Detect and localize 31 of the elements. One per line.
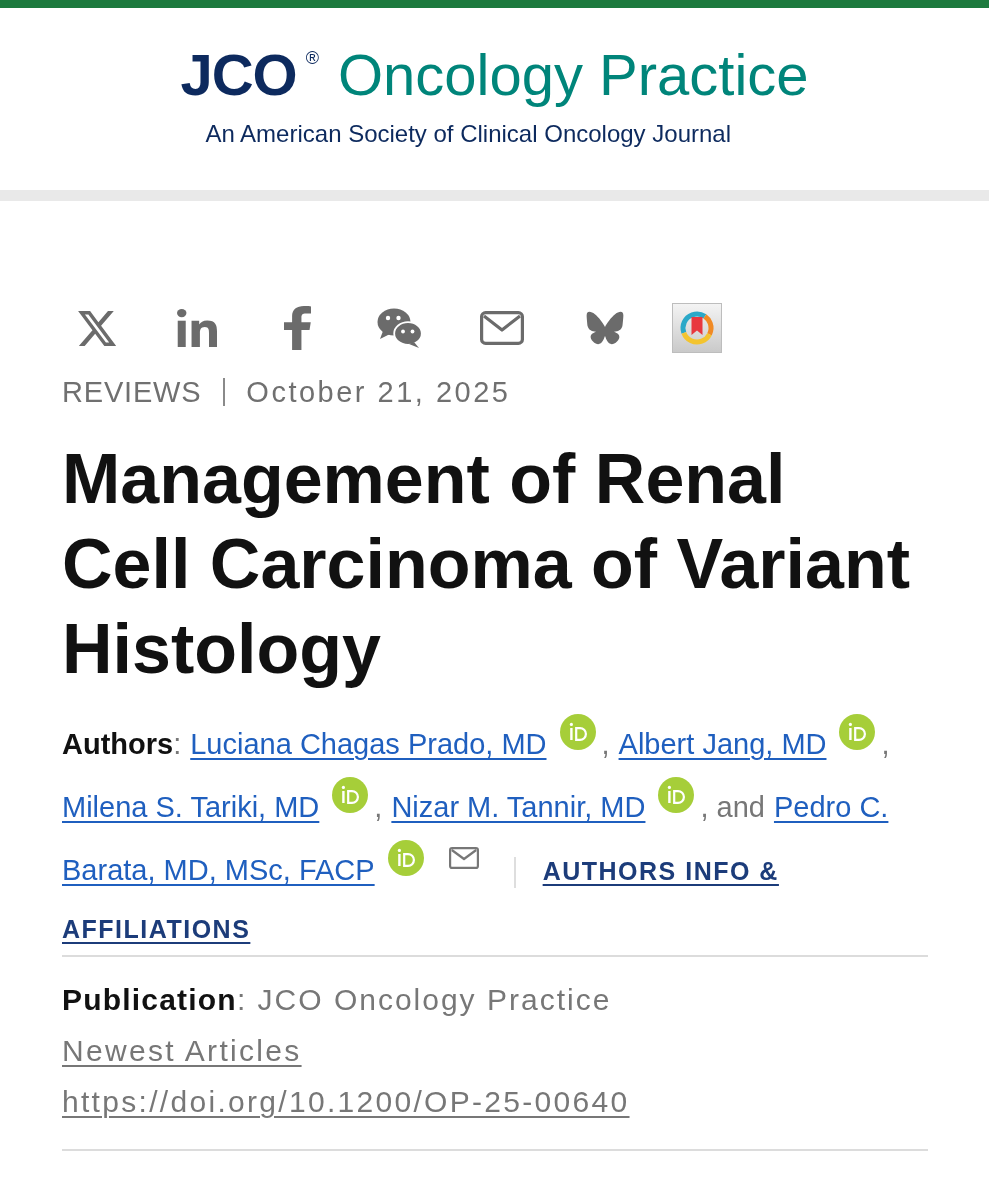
author-link[interactable]: Pedro C. (773, 791, 889, 823)
section-link[interactable]: Newest Articles (62, 1034, 302, 1067)
author-link[interactable]: Albert Jang, MD (618, 728, 827, 760)
mail-icon[interactable] (448, 847, 479, 869)
separator-text: , (881, 728, 890, 760)
author-link[interactable]: Nizar M. Tannir, MD (391, 791, 646, 823)
article-type: REVIEWS (62, 375, 202, 409)
f-logo-icon[interactable] (283, 306, 311, 350)
separator-text: , (374, 791, 383, 823)
authors-label: Authors: (62, 727, 182, 762)
author-link[interactable]: Barata, MD, MSc, FACP (62, 854, 375, 886)
in-logo-icon[interactable] (177, 309, 217, 347)
author-link[interactable]: Milena S. Tariki, MD (62, 791, 320, 823)
author-link[interactable]: Luciana Chagas Prado, MD (190, 728, 547, 760)
separator-text: , (601, 728, 610, 760)
logo-tagline: An American Society of Clinical Oncology Journal (205, 119, 731, 149)
bookmark-ring-icon[interactable] (672, 303, 722, 353)
article-date: October 21, 2025 (246, 375, 511, 409)
butterfly-icon[interactable] (586, 311, 624, 345)
mail-icon[interactable] (480, 311, 524, 345)
logo-name: Oncology Practice (337, 43, 809, 107)
x-logo-icon[interactable] (78, 310, 116, 346)
article-title: Management of Renal Cell Carcinoma of Variant Histology (62, 439, 912, 690)
separator-text: , and (700, 791, 765, 823)
doi-link[interactable]: https://doi.org/10.1200/OP-25-00640 (62, 1085, 630, 1118)
info-link[interactable]: AFFILIATIONS (62, 915, 251, 943)
info-link[interactable]: AUTHORS INFO & (542, 857, 779, 885)
logo-mark: JCO (180, 43, 297, 107)
registered-mark: ® (305, 49, 319, 67)
publication-line: Publication: JCO Oncology Practice (62, 983, 612, 1016)
chat-bubbles-icon[interactable] (377, 308, 423, 348)
